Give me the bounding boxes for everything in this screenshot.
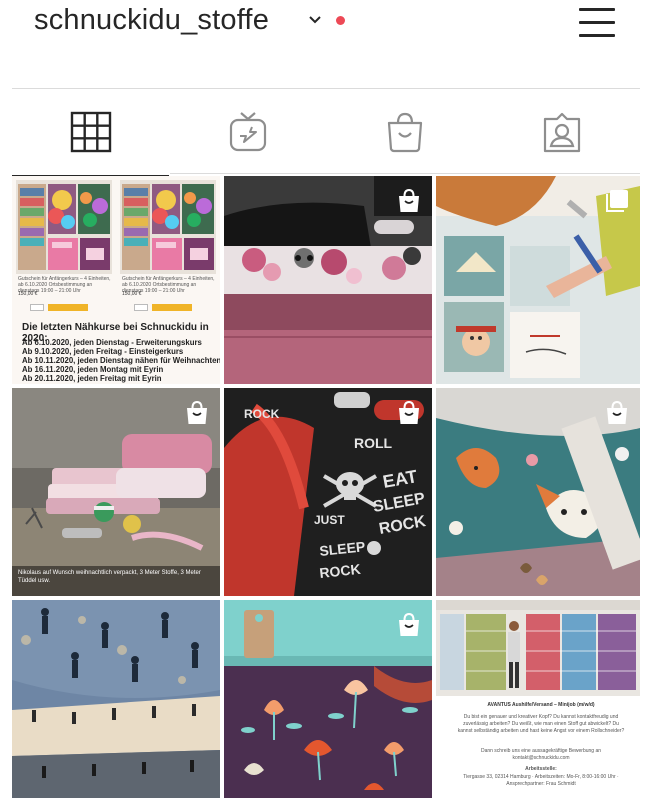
- svg-text:ROCK: ROCK: [244, 407, 280, 421]
- shopping-bag-icon: [387, 112, 423, 153]
- post-pattern-fabric-stack[interactable]: [12, 600, 220, 798]
- profile-header: schnuckidu_stoffe: [0, 0, 652, 60]
- shopping-bag-icon: [399, 188, 419, 212]
- chevron-down-icon[interactable]: [308, 13, 322, 27]
- post-floral-purple-fabric[interactable]: [224, 600, 432, 798]
- profile-tabs: [12, 88, 640, 177]
- post-skull-rock-fabric[interactable]: EAT SLEEP ROCK SLEEP ROCK ROLL ROCK JUST: [224, 388, 432, 596]
- post-fox-fabric[interactable]: [436, 388, 640, 596]
- tab-igtv[interactable]: [169, 89, 326, 175]
- menu-button[interactable]: [575, 2, 619, 42]
- shopping-bag-icon: [399, 400, 419, 424]
- add-to-cart-button: [152, 304, 192, 311]
- quantity-field: [134, 304, 148, 311]
- job-title: AVANTUS Aushilfe/Versand – Minijob (m/w/…: [487, 702, 595, 708]
- shopping-bag-icon: [607, 400, 627, 424]
- fabric-shop-photo: [120, 180, 216, 274]
- shopping-bag-icon: [399, 612, 419, 636]
- course-line: Ab 20.11.2020, jeden Freitag mit Eyrin: [22, 374, 162, 383]
- igtv-icon: [229, 112, 267, 152]
- post-floral-skull-fabric[interactable]: [224, 176, 432, 384]
- product-price: 150,00 €: [18, 291, 38, 297]
- grid-icon: [70, 111, 112, 153]
- tab-grid[interactable]: [12, 89, 169, 177]
- product-price: 150,00 €: [122, 291, 142, 297]
- tagged-person-icon: [543, 112, 581, 153]
- tabs-divider: [170, 173, 640, 174]
- shop-interior-photo: [436, 600, 640, 696]
- post-fabric-panel-child[interactable]: [436, 176, 640, 384]
- post-caption: Nikolaus auf Wunsch weihnachtlich verpac…: [18, 570, 201, 584]
- svg-text:ROLL: ROLL: [354, 435, 393, 451]
- profile-username[interactable]: schnuckidu_stoffe: [34, 4, 269, 37]
- shopping-bag-icon: [187, 400, 207, 424]
- course-line: Ab 9.10.2020, jeden Freitag - Einsteiger…: [22, 347, 184, 356]
- svg-text:JUST: JUST: [314, 513, 345, 527]
- add-to-cart-button: [48, 304, 88, 311]
- post-sewing-classes[interactable]: Gutschein für Anfängerkurs – 4 Einheiten…: [12, 176, 220, 384]
- tab-shop[interactable]: [326, 89, 483, 175]
- menu-icon: [579, 8, 615, 11]
- fabric-shop-photo: [16, 180, 112, 274]
- pattern-fabric-photo: [12, 600, 220, 798]
- tab-tagged[interactable]: [483, 89, 640, 175]
- course-line: Ab 16.11.2020, jeden Montag mit Eyrin: [22, 365, 164, 374]
- course-line: Ab 6.10.2020, jeden Dienstag - Erweiteru…: [22, 338, 202, 347]
- course-line: Ab 10.11.2020, jeden Dienstag nähen für …: [22, 356, 220, 365]
- carousel-icon: [606, 190, 628, 212]
- job-contact: Tiergasse 33, 02314 Hamburg · Arbeitszei…: [463, 774, 619, 787]
- post-job-posting[interactable]: AVANTUS Aushilfe/Versand – Minijob (m/w/…: [436, 600, 640, 798]
- post-grid: Gutschein für Anfängerkurs – 4 Einheiten…: [12, 176, 640, 798]
- quantity-field: [30, 304, 44, 311]
- job-contact-label: Arbeitsstelle:: [525, 766, 557, 772]
- job-description: Du bist ein genauer und kreativer Kopf? …: [457, 714, 625, 734]
- notification-dot: [336, 16, 345, 25]
- post-pink-fabric-bundle[interactable]: Nikolaus auf Wunsch weihnachtlich verpac…: [12, 388, 220, 596]
- job-apply-text: Dann schreib uns eine aussagekräftige Be…: [480, 748, 602, 761]
